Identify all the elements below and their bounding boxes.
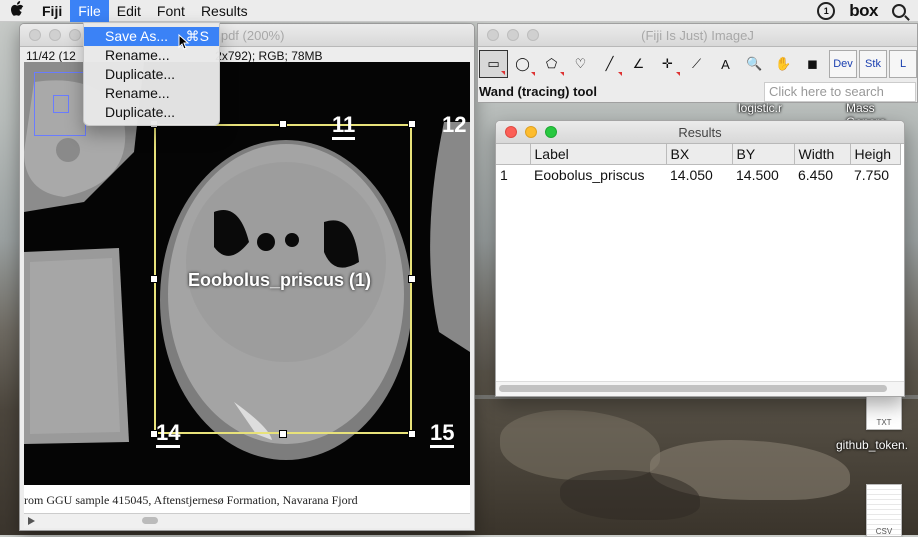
status-text: Wand (tracing) tool [479, 84, 597, 99]
image-info-suffix: 2x792); RGB; 78MB [215, 49, 323, 63]
overlay-label: Eoobolus_priscus (1) [188, 270, 372, 290]
results-table[interactable]: Label BX BY Width Heigh 1 Eoobolus_priscus 14.… [496, 144, 901, 185]
caption-strip: rom GGU sample 415045, Aftenstjernesø Fo… [24, 485, 470, 513]
menu-item-label: Save As... [105, 28, 169, 44]
specimen-number-15: 15 [430, 420, 455, 448]
tool-row: ▭ ◯ ⬠ ♡ ╱ ∠ ✛ ⟋ A 🔍 ✋ ◼ Dev Stk L [478, 47, 917, 78]
table-cell: 1 [500, 166, 508, 183]
angle-tool-icon[interactable]: ∠ [624, 50, 653, 78]
menu-file[interactable]: File [70, 0, 109, 22]
slider-thumb[interactable] [142, 517, 158, 524]
file-menu-item-duplicate[interactable]: Duplicate... [84, 65, 219, 84]
results-title: Results [678, 124, 722, 140]
menu-edit[interactable]: Edit [109, 0, 149, 22]
selection-handle[interactable] [408, 275, 416, 283]
desktop-csv-file-icon[interactable]: CSV [866, 484, 902, 537]
toolset-stk-button[interactable]: Stk [859, 50, 887, 78]
color-picker-icon[interactable]: ◼ [798, 50, 827, 78]
table-cell: 6.450 [798, 166, 834, 183]
wand-tool-icon[interactable]: ⟋ [682, 50, 711, 78]
menubar: Fiji File Edit Font Results 1 box [0, 0, 918, 22]
column-header-bx[interactable]: BX [666, 144, 733, 165]
column-header-index[interactable] [496, 144, 531, 165]
spotlight-search-icon[interactable] [892, 3, 906, 18]
scrollbar-thumb[interactable] [499, 385, 887, 392]
menu-results[interactable]: Results [193, 0, 256, 22]
column-header-width[interactable]: Width [794, 144, 851, 165]
table-cell: 14.500 [736, 166, 779, 183]
selection-handle[interactable] [279, 430, 287, 438]
search-input[interactable]: Click here to search [764, 82, 916, 102]
freehand-tool-icon[interactable]: ♡ [566, 50, 595, 78]
menu-item-label: Rename... [105, 47, 170, 63]
selection-handle[interactable] [279, 120, 287, 128]
toolset-l-button[interactable]: L [889, 50, 917, 78]
table-row[interactable]: 1 Eoobolus_priscus 14.050 14.500 6.450 7.750 [496, 164, 900, 185]
txt-file-label: TXT [876, 418, 892, 427]
mouse-cursor-icon [178, 34, 190, 50]
menu-item-label: Duplicate... [105, 104, 176, 120]
file-menu-item-saveas[interactable]: Save As... ⌘S [84, 27, 219, 46]
results-window: Results Label BX BY Width Heigh 1 Eoobolus_pr… [495, 120, 905, 397]
stack-slider[interactable] [24, 513, 470, 528]
specimen-number-14: 14 [156, 420, 181, 448]
desktop-file-github-token[interactable]: github_token. [836, 438, 908, 452]
results-titlebar[interactable]: Results [496, 121, 904, 144]
polygon-tool-icon[interactable]: ⬠ [537, 50, 566, 78]
table-cell: 14.050 [670, 166, 713, 183]
close-button[interactable] [29, 29, 41, 41]
selection-handle[interactable] [150, 275, 158, 283]
column-header-by[interactable]: BY [732, 144, 795, 165]
rectangle-tool-icon[interactable]: ▭ [479, 50, 508, 78]
horizontal-scrollbar[interactable] [496, 381, 904, 396]
imagej-toolbar-window: (Fiji Is Just) ImageJ ▭ ◯ ⬠ ♡ ╱ ∠ ✛ ⟋ A 🔍 ✋ ◼ Dev Stk… [477, 23, 918, 103]
apple-icon[interactable] [0, 0, 34, 21]
box-logo[interactable]: box [849, 1, 878, 21]
1password-icon[interactable]: 1 [817, 1, 836, 20]
table-cell: 7.750 [854, 166, 890, 183]
file-menu-dropdown: Save As... ⌘S Rename... Duplicate... Rename.… [83, 22, 220, 126]
line-tool-icon[interactable]: ╱ [595, 50, 624, 78]
toolset-dev-button[interactable]: Dev [829, 50, 857, 78]
minimize-button[interactable] [49, 29, 61, 41]
file-menu-item-rename[interactable]: Rename... [84, 84, 219, 103]
selection-handle[interactable] [408, 430, 416, 438]
menu-item-label: Rename... [105, 85, 170, 101]
results-header-row: Label BX BY Width Heigh [496, 144, 901, 165]
caption-text: rom GGU sample 415045, Aftenstjernesø Fo… [24, 493, 358, 507]
selection-handle[interactable] [408, 120, 416, 128]
file-menu-item-rename[interactable]: Rename... [84, 46, 219, 65]
file-menu-item-duplicate[interactable]: Duplicate... [84, 103, 219, 122]
zoom-button[interactable] [69, 29, 81, 41]
specimen-number-11: 11 [332, 112, 356, 140]
navigator-overlay[interactable] [34, 72, 86, 136]
specimen-number-12: 12 [442, 112, 467, 137]
column-header-label[interactable]: Label [530, 144, 667, 165]
magnifier-tool-icon[interactable]: 🔍 [740, 50, 769, 78]
menu-item-label: Duplicate... [105, 66, 176, 82]
oval-tool-icon[interactable]: ◯ [508, 50, 537, 78]
column-header-heigh[interactable]: Heigh [850, 144, 901, 165]
menu-font[interactable]: Font [149, 0, 193, 22]
image-info-prefix: 11/42 (12 [26, 49, 76, 63]
app-menu-fiji[interactable]: Fiji [34, 0, 70, 22]
desktop-file-logistic[interactable]: logistic.r [738, 101, 782, 115]
play-icon[interactable] [28, 517, 35, 525]
imagej-titlebar[interactable]: (Fiji Is Just) ImageJ [478, 24, 917, 47]
text-tool-icon[interactable]: A [711, 50, 740, 78]
table-cell: Eoobolus_priscus [534, 166, 645, 183]
image-window-title: 9.pdf (200%) [210, 27, 285, 43]
hand-tool-icon[interactable]: ✋ [769, 50, 798, 78]
point-tool-icon[interactable]: ✛ [653, 50, 682, 78]
imagej-title: (Fiji Is Just) ImageJ [641, 27, 754, 43]
